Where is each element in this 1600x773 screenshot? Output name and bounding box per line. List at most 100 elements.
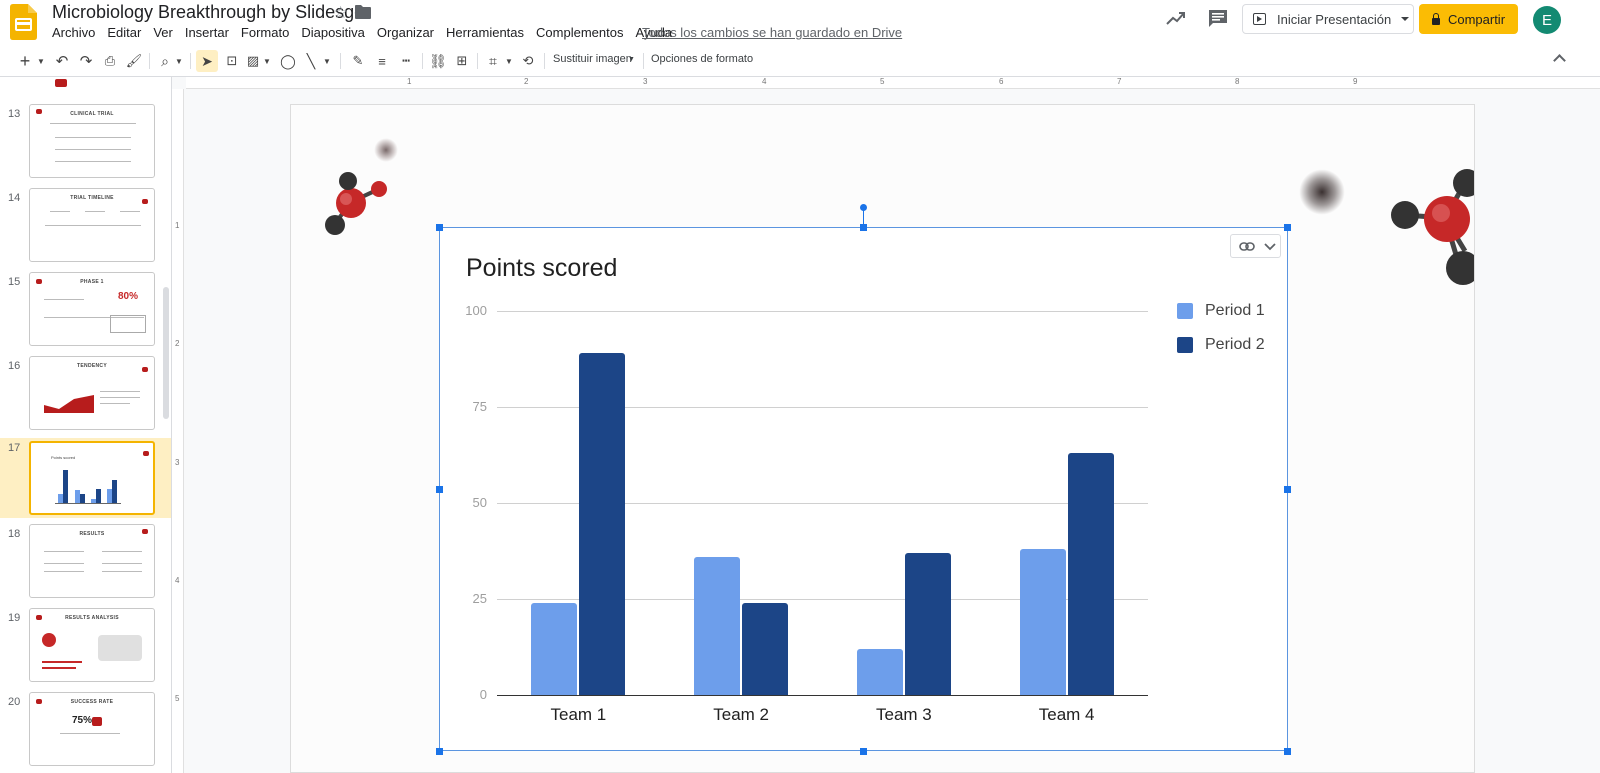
slide-preview-title: SUCCESS RATE	[70, 699, 114, 705]
menu-insertar[interactable]: Insertar	[179, 24, 235, 42]
slide-thumbnail[interactable]: 19 RESULTS ANALYSIS	[0, 608, 171, 688]
slide-thumbnail[interactable]: 20 SUCCESS RATE 75%	[0, 692, 171, 772]
crop-icon[interactable]: ⌗	[483, 50, 503, 72]
menu-ver[interactable]: Ver	[147, 24, 179, 42]
textbox-icon[interactable]: ⊡	[222, 50, 242, 72]
preview-line	[102, 551, 142, 552]
resize-handle-top-right[interactable]	[1284, 224, 1291, 231]
zoom-dropdown-icon[interactable]: ▼	[174, 50, 184, 72]
document-title[interactable]: Microbiology Breakthrough by Slidesgo	[52, 2, 364, 23]
folder-icon[interactable]	[355, 5, 371, 19]
slide-thumbnail[interactable]: 13 CLINICAL TRIAL	[0, 104, 171, 184]
shape-icon[interactable]: ◯	[278, 50, 298, 72]
y-tick-label: 0	[479, 687, 487, 702]
format-options-button[interactable]: Opciones de formato	[651, 53, 753, 65]
slide-number: 20	[8, 696, 21, 708]
print-icon[interactable]: ⎙	[100, 50, 120, 72]
image-icon[interactable]: ▨	[244, 50, 262, 72]
replace-image-button[interactable]: Sustituir imagen	[553, 53, 632, 65]
molecule-decoration	[92, 717, 102, 726]
menu-herramientas[interactable]: Herramientas	[440, 24, 530, 42]
select-cursor-icon[interactable]: ➤	[196, 50, 218, 72]
slide-number: 13	[8, 108, 21, 120]
app-header: Microbiology Breakthrough by Slidesgo ☆ …	[0, 0, 1600, 46]
redo-icon[interactable]: ↷	[76, 50, 96, 72]
activity-trend-icon[interactable]	[1166, 10, 1186, 26]
resize-handle-top[interactable]	[860, 224, 867, 231]
blurred-particle	[1299, 169, 1345, 215]
save-status-link[interactable]: Todos los cambios se han guardado en Dri…	[642, 24, 902, 42]
star-icon[interactable]: ☆	[333, 3, 348, 23]
menu-formato[interactable]: Formato	[235, 24, 295, 42]
reset-image-icon[interactable]: ⟲	[518, 50, 538, 72]
molecule-image[interactable]	[316, 165, 396, 245]
resize-handle-bottom[interactable]	[860, 748, 867, 755]
comment-icon[interactable]	[1208, 9, 1228, 27]
slide-thumbnail[interactable]: 14 TRIAL TIMELINE	[0, 188, 171, 268]
menu-complementos[interactable]: Complementos	[530, 24, 629, 42]
preview-line	[100, 391, 140, 392]
slide-thumbnail-selected[interactable]: 17 Points scored	[0, 438, 171, 518]
zoom-icon[interactable]: ⌕	[156, 50, 174, 72]
share-button[interactable]: Compartir	[1419, 4, 1518, 34]
collapse-toolbar-icon[interactable]	[1553, 54, 1566, 67]
resize-handle-bottom-right[interactable]	[1284, 748, 1291, 755]
menu-organizar[interactable]: Organizar	[371, 24, 440, 42]
replace-image-dropdown-icon[interactable]: ▼	[628, 56, 635, 63]
slide-thumbnail[interactable]: 15 PHASE 1 80%	[0, 272, 171, 352]
undo-icon[interactable]: ↶	[52, 50, 72, 72]
molecule-decoration	[36, 109, 42, 114]
present-button[interactable]: Iniciar Presentación	[1242, 4, 1397, 34]
account-avatar[interactable]: E	[1533, 6, 1561, 34]
vertical-ruler: 1 2 3 4 5	[172, 89, 184, 773]
bar-series-2-team-2	[742, 602, 789, 695]
menu-archivo[interactable]: Archivo	[46, 24, 101, 42]
link-icon[interactable]: ⛓	[428, 50, 448, 72]
slide-preview-stat: 75%	[72, 715, 93, 726]
slide-preview-title: CLINICAL TRIAL	[70, 111, 114, 117]
preview-bar	[63, 470, 68, 503]
menu-editar[interactable]: Editar	[101, 24, 147, 42]
border-weight-icon[interactable]: ≡	[372, 50, 392, 72]
resize-handle-right[interactable]	[1284, 486, 1291, 493]
line-dropdown-icon[interactable]: ▼	[322, 50, 332, 72]
slide-thumbnail[interactable]: 16 TENDENCY	[0, 356, 171, 436]
preview-area-chart	[44, 395, 94, 413]
preview-bar	[42, 667, 76, 669]
molecule-decoration	[142, 199, 148, 204]
ruler-number: 4	[762, 77, 767, 86]
border-dash-icon[interactable]: ┅	[396, 50, 416, 72]
linked-chart-button[interactable]	[1230, 234, 1281, 258]
ruler-number: 3	[175, 458, 180, 467]
slide-thumbnail[interactable]: 18 RESULTS	[0, 524, 171, 604]
ruler-number: 8	[1235, 77, 1240, 86]
molecule-decoration	[142, 367, 148, 372]
paint-format-icon[interactable]: 🖌	[124, 50, 144, 72]
crop-dropdown-icon[interactable]: ▼	[504, 50, 514, 72]
new-slide-dropdown-icon[interactable]: ▼	[36, 50, 46, 72]
resize-handle-left[interactable]	[436, 486, 443, 493]
ruler-number: 4	[175, 576, 180, 585]
slides-app: Microbiology Breakthrough by Slidesgo ☆ …	[0, 0, 1600, 773]
menu-diapositiva[interactable]: Diapositiva	[295, 24, 371, 42]
line-icon[interactable]: ╲	[302, 50, 320, 72]
resize-handle-bottom-left[interactable]	[436, 748, 443, 755]
preview-line	[55, 149, 131, 150]
filmstrip-scrollbar[interactable]	[163, 287, 169, 419]
present-dropdown-button[interactable]	[1396, 4, 1414, 34]
ruler-number: 1	[407, 77, 412, 86]
new-slide-icon[interactable]: +	[14, 50, 36, 72]
rotation-handle[interactable]	[860, 204, 867, 211]
image-dropdown-icon[interactable]: ▼	[262, 50, 272, 72]
border-color-icon[interactable]: ✎	[348, 50, 368, 72]
preview-line	[55, 161, 131, 162]
slides-logo-icon[interactable]	[10, 4, 37, 40]
ruler-number: 9	[1353, 77, 1358, 86]
preview-map	[98, 635, 142, 661]
add-comment-icon[interactable]: ⊞	[452, 50, 472, 72]
present-icon	[1253, 13, 1266, 25]
preview-line	[50, 123, 136, 124]
slide-preview: Points scored	[29, 441, 155, 515]
molecule-image[interactable]	[1385, 163, 1475, 293]
resize-handle-top-left[interactable]	[436, 224, 443, 231]
